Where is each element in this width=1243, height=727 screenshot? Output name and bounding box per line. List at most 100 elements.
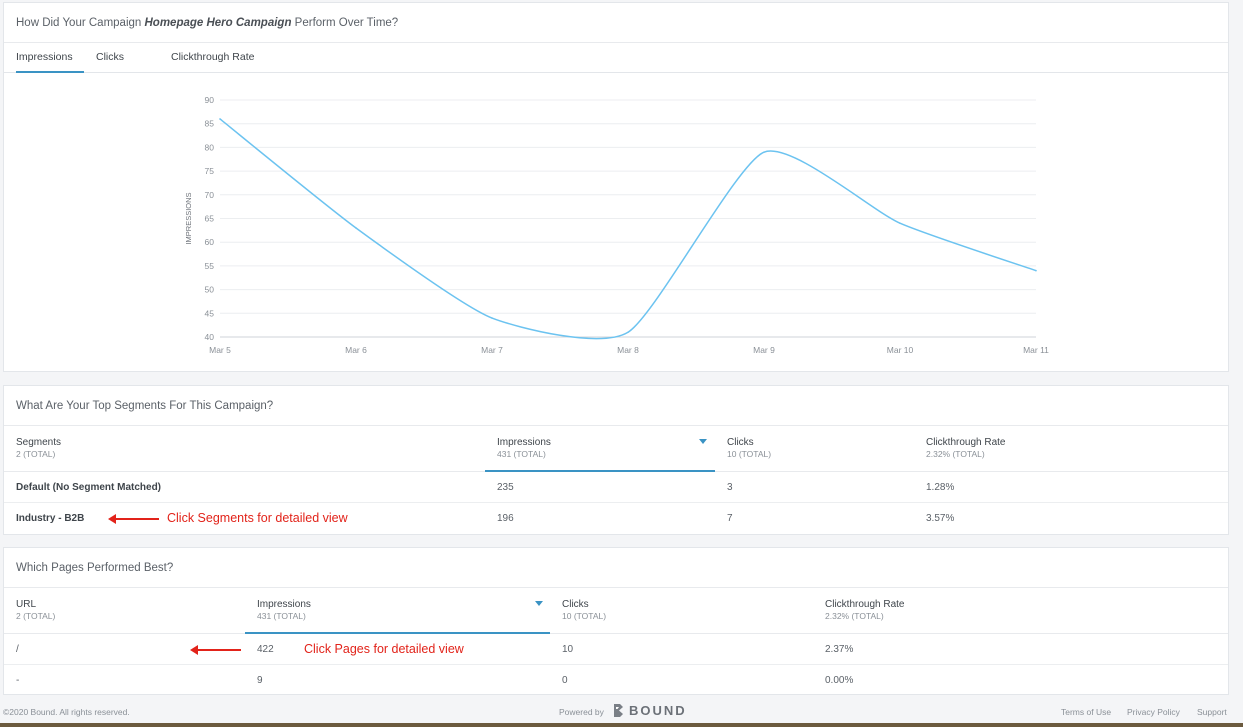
impressions-value: 422 [257, 644, 274, 655]
chart-card-title: How Did Your Campaign Homepage Hero Camp… [4, 3, 1228, 43]
column-total: 2.32% (TOTAL) [825, 611, 884, 621]
clicks-value: 3 [727, 482, 733, 493]
x-tick-label: Mar 5 [209, 345, 231, 355]
column-label: Clickthrough Rate [926, 437, 1006, 448]
data-point [355, 227, 357, 229]
ctr-column-header[interactable]: Clickthrough Rate 2.32% (TOTAL) [825, 599, 904, 621]
performance-over-time-card: How Did Your Campaign Homepage Hero Camp… [3, 2, 1229, 372]
clicks-value: 0 [562, 675, 568, 686]
segments-column-header: Segments 2 (TOTAL) [16, 437, 61, 459]
y-tick-label: 55 [205, 261, 215, 271]
ctr-value: 3.57% [926, 513, 955, 524]
column-total: 2 (TOTAL) [16, 449, 56, 459]
title-prefix: How Did Your Campaign [16, 17, 145, 29]
tab-clicks[interactable]: Clicks [96, 43, 124, 73]
clicks-column-header[interactable]: Clicks 10 (TOTAL) [562, 599, 606, 621]
clicks-value: 7 [727, 513, 733, 524]
page: How Did Your Campaign Homepage Hero Camp… [0, 0, 1243, 727]
sort-descending-icon[interactable] [699, 439, 707, 444]
y-axis-label: IMPRESSIONS [184, 192, 193, 244]
table-row[interactable]: - 9 0 0.00% [4, 665, 1228, 694]
pages-performance-card: Which Pages Performed Best? URL 2 (TOTAL… [3, 547, 1229, 695]
impressions-column-header[interactable]: Impressions 431 (TOTAL) [497, 437, 551, 459]
x-tick-label: Mar 6 [345, 345, 367, 355]
column-label: Impressions [497, 437, 551, 448]
column-label: URL [16, 599, 37, 610]
tab-clickthrough-rate[interactable]: Clickthrough Rate [171, 43, 254, 73]
data-point [219, 118, 221, 120]
y-tick-label: 45 [205, 308, 215, 318]
table-row[interactable]: Industry - B2B Click Segments for detail… [4, 503, 1228, 534]
title-suffix: Perform Over Time? [291, 17, 399, 29]
impressions-value: 235 [497, 482, 514, 493]
column-label: Segments [16, 437, 62, 448]
column-label: Clickthrough Rate [825, 599, 905, 610]
ctr-value: 1.28% [926, 482, 955, 493]
segments-card-title: What Are Your Top Segments For This Camp… [4, 386, 1228, 426]
x-tick-label: Mar 10 [887, 345, 914, 355]
x-tick-label: Mar 9 [753, 345, 775, 355]
pages-annotation: Click Pages for detailed view [304, 642, 464, 656]
support-link[interactable]: Support [1197, 707, 1227, 717]
x-tick-label: Mar 11 [1023, 345, 1049, 355]
impressions-column-header[interactable]: Impressions 431 (TOTAL) [257, 599, 311, 621]
chart-area: 40 45 50 55 60 65 70 75 80 85 90 Mar 5 Mar 6 Mar 7 Mar… [4, 73, 1228, 371]
column-label: Clicks [727, 437, 754, 448]
y-tick-label: 65 [205, 214, 215, 224]
data-point [763, 151, 765, 153]
metric-tabs: Impressions Clicks Clickthrough Rate [4, 43, 1228, 73]
y-tick-label: 50 [205, 285, 215, 295]
pages-table-header: URL 2 (TOTAL) Impressions 431 (TOTAL) Cl… [4, 588, 1228, 634]
segments-table-header: Segments 2 (TOTAL) Impressions 431 (TOTA… [4, 426, 1228, 472]
footer: ©2020 Bound. All rights reserved. Powere… [0, 700, 1243, 724]
y-tick-label: 90 [205, 95, 215, 105]
impressions-series-line [219, 118, 1037, 340]
column-total: 431 (TOTAL) [497, 449, 546, 459]
column-total: 431 (TOTAL) [257, 611, 306, 621]
segment-name[interactable]: Industry - B2B [16, 503, 84, 534]
column-label: Clicks [562, 599, 589, 610]
sort-descending-icon[interactable] [535, 601, 543, 606]
column-label: Impressions [257, 599, 311, 610]
page-url[interactable]: / [16, 634, 19, 665]
y-tick-label: 70 [205, 190, 215, 200]
campaign-name: Homepage Hero Campaign [144, 17, 292, 29]
ctr-value: 0.00% [825, 675, 854, 686]
y-tick-label: 75 [205, 166, 215, 176]
url-column-header: URL 2 (TOTAL) [16, 599, 55, 621]
copyright-text: ©2020 Bound. All rights reserved. [3, 707, 130, 717]
column-total: 2.32% (TOTAL) [926, 449, 985, 459]
tab-impressions[interactable]: Impressions [16, 43, 84, 73]
bottom-edge [0, 723, 1243, 727]
ctr-value: 2.37% [825, 644, 854, 655]
data-point [1035, 269, 1037, 272]
data-point [627, 331, 629, 334]
annotation-arrow-icon [190, 645, 241, 655]
data-point [899, 222, 901, 225]
ctr-column-header[interactable]: Clickthrough Rate 2.32% (TOTAL) [926, 437, 1005, 459]
column-total: 10 (TOTAL) [562, 611, 607, 621]
powered-by-text: Powered by [559, 707, 604, 717]
segments-annotation: Click Segments for detailed view [167, 511, 348, 525]
clicks-column-header[interactable]: Clicks 10 (TOTAL) [727, 437, 771, 459]
top-segments-card: What Are Your Top Segments For This Camp… [3, 385, 1229, 535]
table-row[interactable]: Default (No Segment Matched) 235 3 1.28% [4, 472, 1228, 503]
y-tick-label: 80 [205, 142, 215, 152]
column-total: 2 (TOTAL) [16, 611, 56, 621]
x-tick-label: Mar 7 [481, 345, 503, 355]
impressions-line-chart: 40 45 50 55 60 65 70 75 80 85 90 Mar 5 Mar 6 Mar 7 Mar… [184, 95, 1049, 355]
page-url[interactable]: - [16, 665, 19, 694]
clicks-value: 10 [562, 644, 574, 655]
column-total: 10 (TOTAL) [727, 449, 772, 459]
table-row[interactable]: / 422 Click Pages for detailed view 10 2… [4, 634, 1228, 665]
y-tick-label: 85 [205, 119, 215, 129]
privacy-policy-link[interactable]: Privacy Policy [1127, 707, 1180, 717]
segment-name[interactable]: Default (No Segment Matched) [16, 472, 161, 503]
bound-brand-text: BOUND [629, 703, 687, 718]
x-tick-label: Mar 8 [617, 345, 639, 355]
pages-card-title: Which Pages Performed Best? [4, 548, 1228, 588]
data-point [491, 317, 493, 319]
bound-logo-icon [614, 704, 623, 717]
terms-of-use-link[interactable]: Terms of Use [1061, 707, 1111, 717]
y-tick-label: 60 [205, 237, 215, 247]
